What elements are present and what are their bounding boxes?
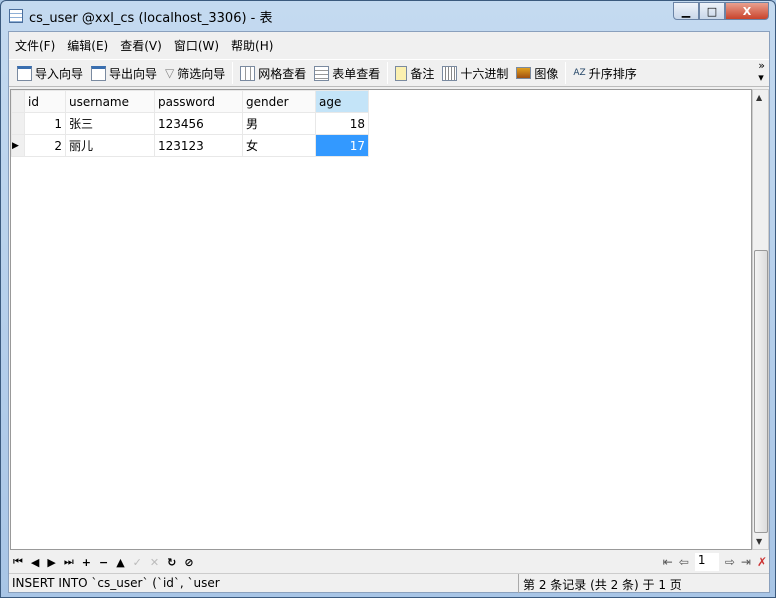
filter-icon: ▽ — [165, 66, 175, 80]
menu-edit[interactable]: 编辑(E) — [67, 37, 108, 54]
next-record-button[interactable]: ▶ — [47, 556, 55, 569]
prev-page-button[interactable]: ⇦ — [679, 555, 689, 569]
cell-username[interactable]: 张三 — [65, 112, 155, 135]
scroll-up-arrow[interactable]: ▲ — [756, 93, 762, 102]
record-navigator: ⏮ ◀ ▶ ⏭ + − ▲ ✓ ✕ ↻ ⊘ — [9, 551, 769, 573]
cell-id[interactable]: 1 — [24, 112, 66, 135]
menu-bar: 文件(F) 编辑(E) 查看(V) 窗口(W) 帮助(H) — [9, 32, 769, 59]
grid-view-label: 网格查看 — [258, 66, 307, 81]
toolbar-overflow-button[interactable]: » ▾ — [758, 60, 765, 84]
page-navigator: ⇤ ⇦ 1 ⇨ ⇥ ✗ — [663, 551, 767, 573]
cell-age[interactable]: 18 — [315, 112, 369, 135]
import-wizard-button[interactable]: 导入向导 — [13, 61, 87, 85]
column-header-id[interactable]: id — [24, 90, 66, 113]
menu-help[interactable]: 帮助(H) — [231, 37, 273, 54]
memo-label: 备注 — [410, 66, 435, 81]
column-header-gender[interactable]: gender — [242, 90, 316, 113]
last-page-button[interactable]: ⇥ — [741, 555, 751, 569]
current-row-indicator[interactable]: ▶ — [11, 134, 25, 157]
cell-id[interactable]: 2 — [24, 134, 66, 157]
table-row[interactable]: 1 张三 123456 男 18 — [11, 112, 369, 135]
row-indicator-header — [11, 90, 25, 113]
form-icon — [314, 65, 330, 81]
vertical-scrollbar[interactable]: ▲ ▼ — [752, 89, 769, 550]
form-view-label: 表单查看 — [332, 66, 381, 81]
toolbar: 导入向导 导出向导 ▽ 筛选向导 网格查看 表单查看 备注 十六进制 图像 AZ 升… — [9, 59, 769, 87]
row-indicator[interactable] — [11, 112, 25, 135]
refresh-button[interactable]: ↻ — [167, 556, 176, 569]
cell-username[interactable]: 丽儿 — [65, 134, 155, 157]
scrollbar-thumb[interactable] — [754, 250, 768, 533]
status-sql: INSERT INTO `cs_user` (`id`, `user — [9, 574, 519, 593]
prev-record-button[interactable]: ◀ — [31, 556, 39, 569]
header-row: id username password gender age — [11, 90, 369, 113]
image-icon — [516, 67, 532, 79]
window-title: cs_user @xxl_cs (localhost_3306) - 表 — [29, 10, 273, 26]
separator — [232, 62, 234, 84]
maximize-button[interactable]: □ — [699, 2, 725, 20]
filter-wizard-button[interactable]: ▽ 筛选向导 — [161, 61, 229, 85]
column-header-age[interactable]: age — [315, 90, 369, 113]
separator — [387, 62, 389, 84]
cell-gender[interactable]: 女 — [242, 134, 316, 157]
grid-view-button[interactable]: 网格查看 — [236, 61, 310, 85]
last-record-button[interactable]: ⏭ — [64, 555, 74, 569]
minimize-button[interactable]: ▁ — [673, 2, 699, 20]
apply-changes-button[interactable]: ✓ — [133, 556, 142, 569]
cell-password[interactable]: 123456 — [154, 112, 243, 135]
table-row[interactable]: ▶ 2 丽儿 123123 女 17 — [11, 134, 369, 157]
status-bar: INSERT INTO `cs_user` (`id`, `user 第 2 条… — [9, 573, 769, 593]
table-icon — [9, 9, 23, 23]
hex-button[interactable]: 十六进制 — [438, 61, 512, 85]
settings-tools-icon[interactable]: ✗ — [757, 555, 767, 569]
import-label: 导入向导 — [35, 66, 84, 81]
export-icon — [91, 65, 107, 81]
next-page-button[interactable]: ⇨ — [725, 555, 735, 569]
export-label: 导出向导 — [109, 66, 158, 81]
memo-icon — [395, 65, 408, 81]
scroll-down-arrow[interactable]: ▼ — [756, 537, 762, 546]
cell-gender[interactable]: 男 — [242, 112, 316, 135]
cell-age-selected[interactable]: 17 — [315, 134, 369, 157]
column-header-password[interactable]: password — [154, 90, 243, 113]
status-record-info: 第 2 条记录 (共 2 条) 于 1 页 — [523, 578, 682, 592]
export-wizard-button[interactable]: 导出向导 — [87, 61, 161, 85]
add-record-button[interactable]: + — [82, 556, 91, 569]
form-view-button[interactable]: 表单查看 — [310, 61, 384, 85]
hex-icon — [442, 65, 458, 81]
filter-label: 筛选向导 — [177, 66, 226, 81]
menu-window[interactable]: 窗口(W) — [174, 37, 219, 54]
grid-icon — [240, 65, 256, 81]
sort-ascending-button[interactable]: AZ 升序排序 — [569, 61, 640, 85]
discard-changes-button[interactable]: ✕ — [150, 556, 159, 569]
separator — [565, 62, 567, 84]
close-button[interactable]: X — [725, 2, 769, 20]
image-button[interactable]: 图像 — [512, 61, 562, 85]
edit-record-button[interactable]: ▲ — [116, 556, 124, 569]
delete-record-button[interactable]: − — [99, 556, 108, 569]
window: cs_user @xxl_cs (localhost_3306) - 表 ▁ □… — [0, 0, 776, 598]
menu-file[interactable]: 文件(F) — [15, 37, 55, 54]
hex-label: 十六进制 — [460, 66, 509, 81]
import-icon — [17, 65, 32, 81]
page-number-input[interactable]: 1 — [694, 553, 719, 571]
title-bar: cs_user @xxl_cs (localhost_3306) - 表 — [9, 6, 273, 26]
column-header-username[interactable]: username — [65, 90, 155, 113]
data-grid: id username password gender age 1 张三 123… — [10, 89, 752, 550]
memo-button[interactable]: 备注 — [391, 61, 438, 85]
sort-asc-label: 升序排序 — [588, 66, 637, 81]
stop-button[interactable]: ⊘ — [184, 556, 193, 569]
cell-password[interactable]: 123123 — [154, 134, 243, 157]
sort-az-icon: AZ — [573, 68, 586, 78]
menu-view[interactable]: 查看(V) — [120, 37, 162, 54]
first-record-button[interactable]: ⏮ — [13, 555, 23, 569]
first-page-button[interactable]: ⇤ — [663, 555, 673, 569]
image-label: 图像 — [534, 66, 559, 81]
